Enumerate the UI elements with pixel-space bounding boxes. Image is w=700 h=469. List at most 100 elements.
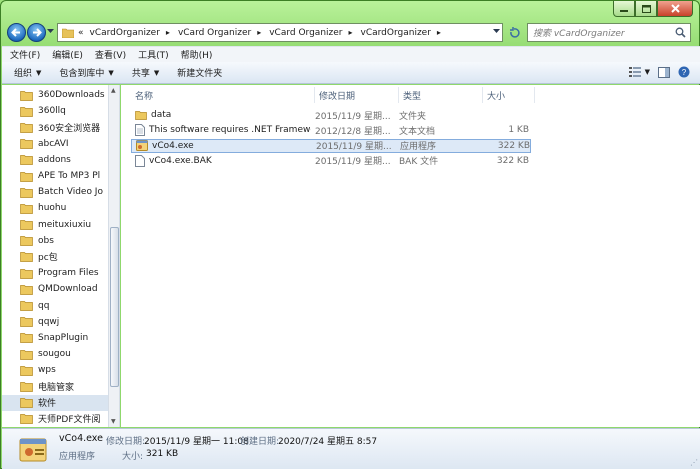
- minimize-button[interactable]: [613, 1, 635, 17]
- chevron-right-icon[interactable]: ▸: [437, 28, 441, 37]
- close-button[interactable]: [657, 1, 693, 17]
- nav-folder-item[interactable]: SnapPlugin: [2, 330, 119, 346]
- resize-grip-icon[interactable]: ⋰: [690, 458, 698, 467]
- file-date-cell: 2015/11/9 星期...: [315, 111, 391, 122]
- nav-folder-label: APE To MP3 Pl: [38, 171, 101, 182]
- menu-help[interactable]: 帮助(H): [181, 48, 213, 61]
- menu-file[interactable]: 文件(F): [10, 48, 40, 61]
- nav-folder-item[interactable]: 360安全浏览器: [2, 119, 119, 135]
- nav-folder-item[interactable]: 360Downloads: [2, 87, 119, 103]
- address-dropdown-icon[interactable]: [493, 29, 500, 34]
- menu-view[interactable]: 查看(V): [95, 48, 126, 61]
- nav-folder-label: QMDownload: [38, 284, 98, 295]
- nav-folder-label: 360Downloads: [38, 90, 105, 101]
- preview-pane-icon: [658, 66, 670, 78]
- folder-icon: [20, 349, 33, 360]
- folder-icon: [20, 301, 33, 311]
- breadcrumb-overflow[interactable]: «: [78, 28, 84, 38]
- column-header-date[interactable]: 修改日期: [315, 87, 399, 103]
- nav-folder-item[interactable]: obs: [2, 233, 119, 249]
- nav-folder-item[interactable]: qqwj: [2, 314, 119, 330]
- search-box[interactable]: 搜索 vCardOrganizer: [527, 23, 691, 42]
- breadcrumb-item[interactable]: vCard Organizer ▸: [178, 28, 269, 38]
- nav-folder-item[interactable]: 360llq: [2, 103, 119, 119]
- new-folder-button[interactable]: 新建文件夹: [177, 66, 222, 79]
- nav-folder-item[interactable]: sougou: [2, 346, 119, 362]
- search-icon[interactable]: [675, 27, 686, 38]
- scrollbar-thumb[interactable]: [110, 227, 119, 387]
- file-size-cell: 1 KB: [508, 125, 529, 136]
- nav-folder-item[interactable]: meituxiuxiu: [2, 217, 119, 233]
- nav-folder-item[interactable]: abcAVI: [2, 136, 119, 152]
- folder-icon: [20, 284, 33, 295]
- file-row[interactable]: This software requires .NET Framewo... 20…: [131, 123, 531, 137]
- nav-folder-item[interactable]: wps: [2, 362, 119, 378]
- nav-folder-item[interactable]: QMDownload: [2, 281, 119, 297]
- file-row[interactable]: data 2015/11/9 星期... 文件夹: [131, 108, 531, 122]
- column-header-size[interactable]: 大小: [483, 87, 535, 103]
- command-bar: 组织 ▼ 包含到库中 ▼ 共享 ▼ 新建文件夹 ▼ ?: [2, 62, 700, 84]
- details-pane: vCo4.exe 修改日期: 2015/11/9 星期一 11:08 创建日期:…: [2, 428, 700, 469]
- nav-folder-label: qqwj: [38, 316, 60, 327]
- change-view-button[interactable]: ▼: [628, 67, 650, 77]
- chevron-right-icon[interactable]: ▸: [348, 28, 352, 37]
- details-created-value: 2020/7/24 星期五 8:57: [278, 437, 378, 447]
- breadcrumb-item[interactable]: vCardOrganizer ▸: [90, 28, 178, 38]
- nav-folder-item[interactable]: addons: [2, 152, 119, 168]
- forward-arrow-icon: [33, 28, 42, 37]
- share-button[interactable]: 共享 ▼: [132, 66, 159, 80]
- help-button[interactable]: ?: [678, 66, 690, 78]
- organize-button[interactable]: 组织 ▼: [14, 66, 41, 80]
- preview-pane-button[interactable]: [658, 66, 670, 78]
- nav-folder-item[interactable]: qq: [2, 297, 119, 313]
- back-button[interactable]: [7, 23, 26, 42]
- nav-folder-label: abcAVI: [38, 138, 69, 149]
- refresh-button[interactable]: [505, 23, 523, 42]
- folder-icon: [20, 268, 33, 279]
- folder-icon: [20, 90, 33, 101]
- nav-folder-item[interactable]: huohu: [2, 200, 119, 216]
- folder-icon: [20, 365, 33, 376]
- scroll-up-arrow-icon[interactable]: ▲: [111, 87, 116, 94]
- nav-folder-item[interactable]: APE To MP3 Pl: [2, 168, 119, 184]
- chevron-right-icon[interactable]: ▸: [257, 28, 261, 37]
- menu-tools[interactable]: 工具(T): [138, 48, 169, 61]
- file-date-cell: 2015/11/9 星期...: [316, 142, 392, 153]
- column-header-name[interactable]: 名称: [131, 87, 315, 103]
- file-name: vCo4.exe.BAK: [149, 155, 212, 166]
- nav-folder-item[interactable]: 软件: [2, 394, 119, 411]
- nav-folder-label: qq: [38, 300, 50, 311]
- recent-pages-dropdown-icon[interactable]: [47, 29, 54, 34]
- nav-folder-label: sougou: [38, 349, 71, 360]
- chevron-right-icon[interactable]: ▸: [166, 28, 170, 37]
- breadcrumb-item[interactable]: vCard Organizer ▸: [269, 28, 360, 38]
- navigation-scrollbar[interactable]: ▲ ▼: [108, 85, 119, 427]
- details-modified-value: 2015/11/9 星期一 11:08: [144, 437, 249, 447]
- scroll-down-arrow-icon[interactable]: ▼: [111, 418, 116, 425]
- navigation-pane: 360Downloads 360llq 360安全浏览器 abcAVI addons AP…: [2, 85, 120, 427]
- nav-folder-item[interactable]: Batch Video Jo: [2, 184, 119, 200]
- details-modified-label: 修改日期:: [106, 437, 146, 447]
- file-row[interactable]: vCo4.exe 2015/11/9 星期... 应用程序 322 KB: [131, 138, 531, 153]
- menu-bar: 文件(F) 编辑(E) 查看(V) 工具(T) 帮助(H): [2, 46, 700, 62]
- nav-folder-item[interactable]: pc包: [2, 249, 119, 265]
- file-date-cell: 2012/12/8 星期...: [315, 126, 391, 137]
- file-row[interactable]: vCo4.exe.BAK 2015/11/9 星期... BAK 文件 322 KB: [131, 154, 531, 168]
- explorer-window: « vCardOrganizer ▸ vCard Organizer ▸ vCard…: [0, 0, 700, 469]
- maximize-button[interactable]: [635, 1, 657, 17]
- address-bar[interactable]: « vCardOrganizer ▸ vCard Organizer ▸ vCard…: [57, 23, 503, 42]
- search-input[interactable]: 搜索 vCardOrganizer: [528, 26, 675, 39]
- column-header-type[interactable]: 类型: [399, 87, 483, 103]
- menu-edit[interactable]: 编辑(E): [52, 48, 83, 61]
- nav-folder-item[interactable]: 天师PDF文件阅: [2, 411, 119, 427]
- nav-folder-item[interactable]: Program Files: [2, 265, 119, 281]
- folder-icon: [20, 155, 33, 166]
- file-size-cell: 322 KB: [496, 155, 529, 166]
- file-type-cell: BAK 文件: [399, 157, 439, 168]
- include-in-library-button[interactable]: 包含到库中 ▼: [59, 66, 113, 80]
- nav-folder-item[interactable]: 电脑管家: [2, 378, 119, 394]
- nav-folder-label: 软件: [38, 399, 57, 410]
- breadcrumb-item[interactable]: vCardOrganizer ▸: [361, 28, 449, 38]
- forward-button[interactable]: [27, 23, 46, 42]
- file-list-pane: 名称 修改日期 类型 大小 data 2015/11/9 星期... 文件夹 This…: [121, 85, 700, 427]
